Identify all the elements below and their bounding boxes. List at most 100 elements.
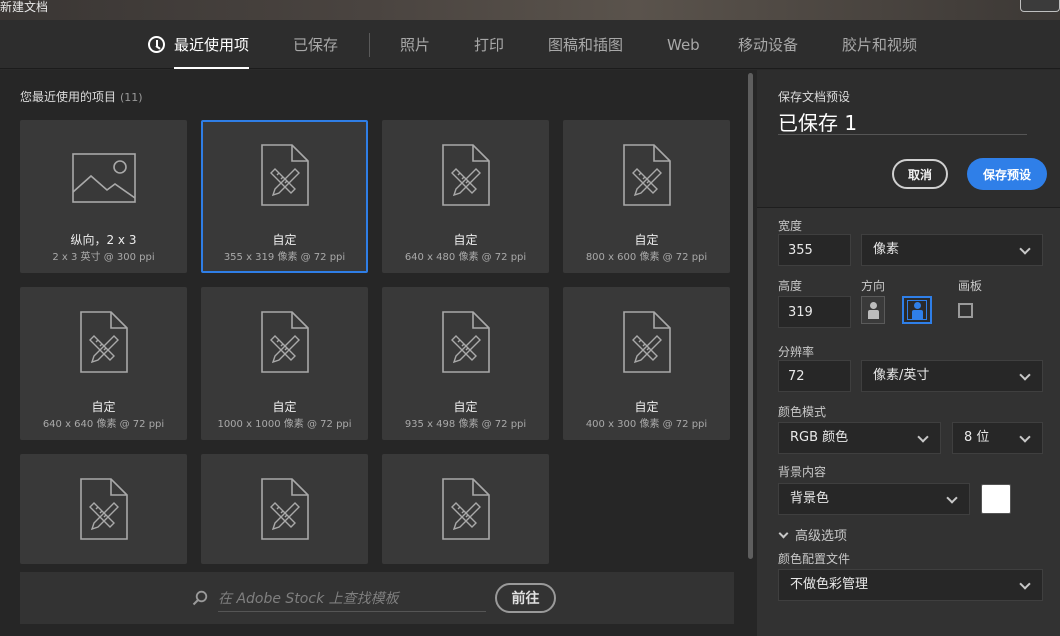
preset-name-input[interactable] — [778, 108, 1027, 135]
tab-label: Web — [667, 36, 700, 54]
recent-item-dimensions: 1000 x 1000 像素 @ 72 ppi — [217, 419, 352, 430]
color-profile-label: 颜色配置文件 — [778, 552, 851, 566]
document-icon — [620, 142, 674, 212]
advanced-options-label: 高级选项 — [795, 529, 848, 544]
color-mode-label: 颜色模式 — [778, 405, 827, 419]
color-profile-value: 不做色彩管理 — [790, 577, 869, 592]
preset-label: 保存文档预设 — [778, 90, 851, 104]
recent-item-card[interactable]: 自定 640 x 640 像素 @ 72 ppi — [20, 287, 187, 440]
recent-item-name: 纵向，2 x 3 — [70, 233, 137, 247]
recent-item-card[interactable]: 自定 935 x 498 像素 @ 72 ppi — [382, 287, 549, 440]
tab-art-illustration[interactable]: 图稿和插图 — [548, 20, 623, 69]
cancel-button[interactable]: 取消 — [892, 159, 948, 189]
tab-mobile[interactable]: 移动设备 — [738, 20, 798, 69]
tab-label: 图稿和插图 — [548, 36, 624, 54]
recent-items-heading: 您最近使用的项目 (11) — [20, 88, 143, 105]
recent-item-card[interactable] — [20, 454, 187, 564]
width-label: 宽度 — [778, 219, 803, 233]
recent-item-card[interactable]: 纵向，2 x 3 2 x 3 英寸 @ 300 ppi — [20, 120, 187, 273]
landscape-orientation-button[interactable] — [902, 296, 932, 324]
preset-details-panel: 保存文档预设 取消 保存预设 宽度 像素 高度 方向 画板 分辨率 像素/英寸 … — [757, 70, 1060, 636]
tab-saved[interactable]: 已保存 — [293, 20, 338, 69]
stock-search-input[interactable] — [218, 586, 486, 612]
scrollbar-thumb[interactable] — [748, 73, 753, 559]
artboard-checkbox[interactable] — [958, 303, 973, 318]
recent-item-name: 自定 — [453, 400, 478, 414]
width-unit-select[interactable]: 像素 — [861, 234, 1043, 266]
recent-item-dimensions: 800 x 600 像素 @ 72 ppi — [585, 252, 708, 263]
document-icon — [439, 476, 493, 546]
bit-depth-value: 8 位 — [964, 430, 990, 445]
window-control-button[interactable] — [1020, 0, 1060, 12]
portrait-orientation-button[interactable] — [861, 296, 885, 324]
window-title: 新建文档 — [0, 0, 49, 14]
go-button[interactable]: 前往 — [495, 583, 556, 613]
landscape-icon-head — [914, 302, 921, 309]
recent-item-dimensions: 640 x 480 像素 @ 72 ppi — [404, 252, 527, 263]
recent-item-name: 自定 — [272, 400, 297, 414]
preset-header: 保存文档预设 取消 保存预设 — [757, 70, 1060, 208]
search-icon — [192, 590, 208, 606]
document-icon — [258, 476, 312, 546]
recent-items-count: (11) — [120, 91, 143, 104]
resolution-field[interactable] — [778, 360, 851, 392]
recent-item-card[interactable] — [382, 454, 549, 564]
category-tabs: 最近使用项 已保存 照片 打印 图稿和插图 Web 移动设备 胶片和视频 — [0, 20, 1060, 69]
orientation-label: 方向 — [861, 279, 886, 293]
tab-recent[interactable]: 最近使用项 — [148, 20, 250, 69]
recent-item-card[interactable]: 自定 355 x 319 像素 @ 72 ppi — [201, 120, 368, 273]
recent-item-card[interactable]: 自定 800 x 600 像素 @ 72 ppi — [563, 120, 730, 273]
width-field[interactable] — [778, 234, 851, 266]
tab-label: 打印 — [474, 36, 505, 54]
resolution-unit-select[interactable]: 像素/英寸 — [861, 360, 1043, 392]
document-icon — [258, 309, 312, 379]
recent-item-card[interactable]: 自定 400 x 300 像素 @ 72 ppi — [563, 287, 730, 440]
tab-web[interactable]: Web — [667, 20, 700, 69]
landscape-icon-body — [912, 310, 923, 320]
image-icon — [71, 152, 137, 210]
chevron-down-icon — [917, 431, 929, 443]
chevron-down-icon — [1019, 578, 1031, 590]
stock-search-bar: 前往 — [20, 572, 734, 624]
document-icon — [620, 309, 674, 379]
background-value: 背景色 — [790, 491, 830, 506]
recent-item-name: 自定 — [272, 233, 297, 247]
document-icon — [439, 142, 493, 212]
recent-item-name: 自定 — [634, 400, 659, 414]
tab-label: 移动设备 — [738, 36, 799, 54]
recent-item-card[interactable]: 自定 1000 x 1000 像素 @ 72 ppi — [201, 287, 368, 440]
save-preset-button[interactable]: 保存预设 — [967, 158, 1047, 190]
recent-item-dimensions: 2 x 3 英寸 @ 300 ppi — [52, 252, 155, 263]
document-icon — [77, 476, 131, 546]
color-profile-select[interactable]: 不做色彩管理 — [778, 569, 1043, 601]
background-color-swatch[interactable] — [981, 484, 1011, 514]
chevron-down-icon — [778, 528, 789, 539]
chevron-down-icon — [1019, 243, 1031, 255]
recent-item-card[interactable]: 自定 640 x 480 像素 @ 72 ppi — [382, 120, 549, 273]
window-titlebar: 新建文档 — [0, 0, 1060, 20]
recent-item-dimensions: 355 x 319 像素 @ 72 ppi — [223, 252, 346, 263]
recent-item-card[interactable] — [201, 454, 368, 564]
chevron-down-icon — [1019, 369, 1031, 381]
tab-film-video[interactable]: 胶片和视频 — [842, 20, 917, 69]
document-icon — [439, 309, 493, 379]
tab-print[interactable]: 打印 — [474, 20, 504, 69]
recent-item-name: 自定 — [634, 233, 659, 247]
advanced-options-toggle[interactable]: 高级选项 — [778, 525, 847, 544]
artboard-label: 画板 — [958, 279, 983, 293]
height-field[interactable] — [778, 296, 851, 328]
tab-label: 胶片和视频 — [842, 36, 918, 54]
recent-item-dimensions: 400 x 300 像素 @ 72 ppi — [585, 419, 708, 430]
chevron-down-icon — [1019, 431, 1031, 443]
resolution-unit-value: 像素/英寸 — [873, 368, 930, 383]
recent-items-panel: 您最近使用的项目 (11) 纵向，2 x 3 2 x 3 英寸 @ 300 ppi 自… — [0, 70, 757, 636]
color-mode-value: RGB 颜色 — [790, 430, 849, 445]
resolution-label: 分辨率 — [778, 345, 815, 359]
document-icon — [258, 142, 312, 212]
chevron-down-icon — [946, 492, 958, 504]
bit-depth-select[interactable]: 8 位 — [952, 422, 1043, 454]
background-select[interactable]: 背景色 — [778, 483, 970, 515]
color-mode-select[interactable]: RGB 颜色 — [778, 422, 941, 454]
tab-photo[interactable]: 照片 — [400, 20, 430, 69]
recent-items-title: 您最近使用的项目 — [20, 90, 117, 104]
